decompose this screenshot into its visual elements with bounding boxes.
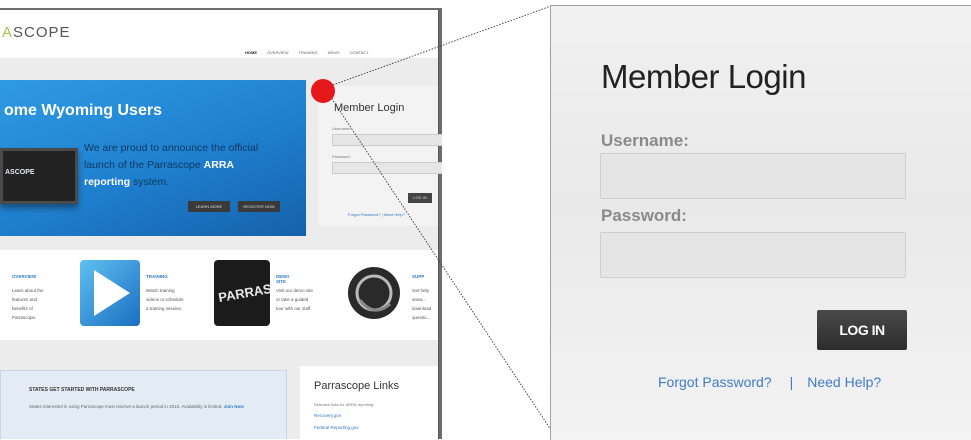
mini-login-button[interactable]: LOG IN [408, 193, 432, 203]
mini-login-links[interactable]: Forgot Password? | Need Help? [348, 212, 405, 217]
states-callout-text: States interested in using Parrascope mu… [29, 403, 259, 410]
feature-overview[interactable]: Overview Learn about the features and be… [0, 258, 86, 336]
username-label: Username: [601, 131, 689, 150]
website-thumbnail: ASCOPE Home Overview Training News Conta… [0, 8, 442, 439]
username-input[interactable] [600, 153, 906, 199]
site-logo[interactable]: ASCOPE [2, 24, 71, 41]
nav-item-training[interactable]: Training [299, 50, 318, 55]
feature-demo-site[interactable]: PARRAS Demo Site Visit our demo site or … [210, 258, 313, 336]
pointer-dot [311, 79, 335, 103]
feature-support-title: Supp [412, 274, 425, 279]
parrascope-badge-icon: PARRAS [214, 260, 273, 326]
link-recovery-gov[interactable]: Recovery.gov [314, 410, 359, 422]
need-help-link[interactable]: Need Help? [807, 374, 881, 390]
links-box-title: Parrascope Links [314, 380, 399, 392]
site-nav: Home Overview Training News Contact [245, 50, 369, 55]
password-input[interactable] [600, 232, 906, 278]
feature-support-text: Get help answ... download questio... [412, 288, 432, 320]
member-login-zoom-panel: Member Login Username: Password: LOG IN … [550, 5, 971, 440]
links-box-subtitle: Relevant links for ARRA reporting [314, 402, 374, 407]
svg-text:PARRAS: PARRAS [217, 281, 270, 305]
log-in-button[interactable]: LOG IN [817, 310, 907, 350]
member-login-title: Member Login [601, 58, 806, 95]
feature-training[interactable]: Training Watch training videos or schedu… [76, 258, 184, 336]
mini-login-title: Member Login [334, 102, 405, 114]
hero-title: ome Wyoming Users [4, 102, 162, 119]
feature-overview-text: Learn about the features and benefits of… [12, 288, 44, 320]
states-callout-body: States interested in using Parrascope mu… [29, 404, 223, 409]
password-label: Password: [601, 206, 687, 225]
mini-password-field[interactable] [332, 162, 442, 174]
mini-username-field[interactable] [332, 134, 442, 146]
hero-buttons: Learn More Register Now [188, 201, 280, 212]
hero-banner: ome Wyoming Users ASCOPE We are proud to… [0, 80, 306, 236]
hero-text-end: system. [133, 176, 170, 188]
logo-accent: A [2, 24, 14, 41]
feature-overview-title: Overview [12, 274, 37, 279]
register-now-button[interactable]: Register Now [238, 201, 280, 212]
states-callout: States get started with Parrascope State… [0, 370, 287, 439]
nav-item-overview[interactable]: Overview [267, 50, 289, 55]
link-separator: | [789, 374, 794, 390]
hero-tv-image: ASCOPE [0, 148, 78, 204]
learn-more-button[interactable]: Learn More [188, 201, 230, 212]
nav-item-home[interactable]: Home [245, 50, 257, 55]
site-header: ASCOPE Home Overview Training News Conta… [0, 10, 438, 58]
logo-text: SCOPE [13, 24, 71, 41]
feature-row: Overview Learn about the features and be… [0, 250, 438, 340]
hero-tv-label: ASCOPE [5, 169, 35, 176]
links-list: Recovery.gov Federal Reporting.gov [314, 410, 359, 434]
link-federal-reporting[interactable]: Federal Reporting.gov [314, 422, 359, 434]
feature-training-title: Training [146, 274, 168, 279]
mini-username-label: Username: [332, 126, 352, 131]
states-callout-title: States get started with Parrascope [29, 387, 135, 393]
feature-support[interactable]: Supp Get help answ... download questio..… [342, 258, 431, 336]
headset-icon [346, 260, 402, 326]
nav-item-news[interactable]: News [328, 50, 340, 55]
nav-item-contact[interactable]: Contact [350, 50, 369, 55]
join-now-link[interactable]: Join Now [224, 404, 244, 409]
mini-login-panel: Member Login Username: Password: LOG IN … [318, 86, 442, 226]
feature-demo-text: Visit our demo site or take a guided tou… [276, 288, 313, 311]
login-help-links: Forgot Password? | Need Help? [658, 374, 881, 390]
feature-training-text: Watch training videos or schedule a trai… [146, 288, 184, 311]
play-icon [80, 260, 140, 326]
mini-password-label: Password: [332, 154, 351, 159]
feature-demo-title: Demo Site [276, 274, 290, 284]
website-page: ASCOPE Home Overview Training News Conta… [0, 10, 442, 439]
forgot-password-link[interactable]: Forgot Password? [658, 374, 772, 390]
hero-text: We are proud to announce the official la… [84, 140, 274, 191]
parrascope-links-box: Parrascope Links Relevant links for ARRA… [300, 366, 438, 439]
